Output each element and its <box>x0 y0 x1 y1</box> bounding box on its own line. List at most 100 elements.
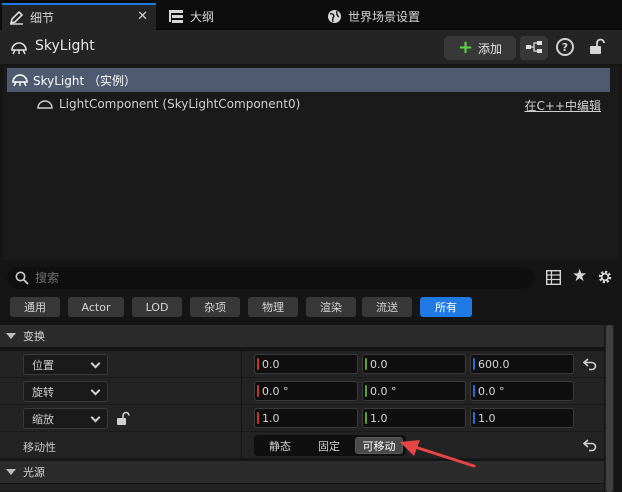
add-component-button[interactable]: + 添加 <box>444 36 516 60</box>
y-axis-marker <box>365 385 367 397</box>
tree-root-label: SkyLight （实例） <box>33 73 137 88</box>
skylight-component-icon <box>37 98 53 110</box>
gear-icon[interactable] <box>596 268 614 286</box>
mobility-option-static[interactable]: 静态 <box>258 437 302 454</box>
property-row-partial <box>0 484 604 492</box>
scale-x-value: 1.0 <box>262 411 280 425</box>
rotation-y-value: 0.0 ° <box>370 384 397 398</box>
filter-all[interactable]: 所有 <box>420 297 472 317</box>
outliner-icon <box>168 9 184 25</box>
search-bar <box>7 267 535 289</box>
column-divider <box>241 378 242 405</box>
tree-component-label: LightComponent (SkyLightComponent0) <box>59 97 301 111</box>
mobility-label: 移动性 <box>23 441 56 454</box>
property-matrix-icon[interactable] <box>545 269 562 286</box>
tree-item-light-component[interactable]: LightComponent (SkyLightComponent0) 在C++… <box>3 93 613 115</box>
mobility-segmented-control: 静态 固定 可移动 <box>254 435 406 456</box>
section-light-label: 光源 <box>23 466 45 479</box>
filter-actor[interactable]: Actor <box>68 297 124 317</box>
chevron-down-icon <box>90 358 101 369</box>
skylight-icon <box>11 73 29 87</box>
plus-icon: + <box>457 37 474 58</box>
filter-general[interactable]: 通用 <box>10 297 60 317</box>
section-transform[interactable]: 变换 <box>0 325 604 347</box>
property-row-rotation: 旋转 0.0 ° 0.0 ° 0.0 ° <box>0 378 604 405</box>
unlock-icon[interactable] <box>116 411 130 426</box>
column-divider <box>241 405 242 432</box>
collapse-triangle-icon <box>6 333 16 339</box>
rotation-y-field[interactable]: 0.0 ° <box>362 381 466 401</box>
details-header: SkyLight + 添加 ? <box>0 30 622 64</box>
skylight-icon <box>10 39 28 55</box>
scale-y-value: 1.0 <box>370 411 388 425</box>
section-transform-label: 变换 <box>23 330 45 343</box>
scale-label: 缩放 <box>32 412 54 426</box>
property-row-location: 位置 0.0 0.0 600.0 <box>0 351 604 378</box>
z-axis-marker <box>473 412 475 424</box>
close-icon[interactable]: ✕ <box>137 9 148 24</box>
location-y-field[interactable]: 0.0 <box>362 354 466 374</box>
x-axis-marker <box>257 358 259 370</box>
filter-physics[interactable]: 物理 <box>248 297 298 317</box>
location-mode-dropdown[interactable]: 位置 <box>23 354 108 375</box>
tab-bar: 细节 ✕ 大纲 世界场景设置 <box>0 0 622 30</box>
rotation-label: 旋转 <box>32 385 54 399</box>
add-button-label: 添加 <box>478 41 503 56</box>
actor-title: SkyLight <box>35 38 95 54</box>
z-axis-marker <box>473 385 475 397</box>
tab-outliner[interactable]: 大纲 <box>164 3 214 30</box>
unlock-icon[interactable] <box>589 38 605 56</box>
tab-world-settings-label: 世界场景设置 <box>348 10 421 24</box>
scale-mode-dropdown[interactable]: 缩放 <box>23 408 108 429</box>
details-scrollbar[interactable] <box>605 325 614 492</box>
rotation-z-field[interactable]: 0.0 ° <box>470 381 574 401</box>
edit-in-cpp-link[interactable]: 在C++中编辑 <box>525 97 602 114</box>
filter-lod[interactable]: LOD <box>132 297 182 317</box>
y-axis-marker <box>365 358 367 370</box>
search-input[interactable] <box>35 271 515 285</box>
search-icon <box>15 271 29 285</box>
tab-world-settings[interactable]: 世界场景设置 <box>326 3 420 30</box>
x-axis-marker <box>257 385 259 397</box>
pencil-icon <box>8 10 24 26</box>
star-icon[interactable]: ★ <box>572 266 587 286</box>
location-x-value: 0.0 <box>262 357 280 371</box>
blueprint-button[interactable] <box>520 36 548 60</box>
location-z-field[interactable]: 600.0 <box>470 354 574 374</box>
scrollbar-thumb[interactable] <box>606 325 613 492</box>
location-label: 位置 <box>32 358 54 372</box>
reset-to-default-icon[interactable] <box>582 438 597 452</box>
rotation-x-field[interactable]: 0.0 ° <box>254 381 358 401</box>
filter-misc[interactable]: 杂项 <box>190 297 240 317</box>
chevron-down-icon <box>90 385 101 396</box>
collapse-triangle-icon <box>6 469 16 475</box>
rotation-z-value: 0.0 ° <box>478 384 505 398</box>
scale-x-field[interactable]: 1.0 <box>254 408 358 428</box>
z-axis-marker <box>473 358 475 370</box>
x-axis-marker <box>257 412 259 424</box>
mobility-option-stationary[interactable]: 固定 <box>306 437 352 454</box>
mobility-option-movable[interactable]: 可移动 <box>355 437 403 454</box>
property-row-scale: 缩放 1.0 1.0 1.0 <box>0 405 604 432</box>
scale-y-field[interactable]: 1.0 <box>362 408 466 428</box>
y-axis-marker <box>365 412 367 424</box>
filter-streaming[interactable]: 流送 <box>362 297 412 317</box>
blueprint-icon <box>526 40 542 56</box>
location-x-field[interactable]: 0.0 <box>254 354 358 374</box>
scale-z-value: 1.0 <box>478 411 496 425</box>
tab-details[interactable]: 细节 ✕ <box>2 3 156 30</box>
column-divider <box>241 351 242 378</box>
help-icon[interactable]: ? <box>556 38 574 56</box>
location-z-value: 600.0 <box>478 357 510 371</box>
tab-outliner-label: 大纲 <box>190 10 215 24</box>
tree-item-root[interactable]: SkyLight （实例） <box>7 68 610 92</box>
tab-details-label: 细节 <box>30 11 55 25</box>
section-light[interactable]: 光源 <box>0 461 604 483</box>
column-divider <box>241 432 242 459</box>
filter-rendering[interactable]: 渲染 <box>306 297 356 317</box>
rotation-mode-dropdown[interactable]: 旋转 <box>23 381 108 402</box>
rotation-x-value: 0.0 ° <box>262 384 289 398</box>
reset-to-default-icon[interactable] <box>582 357 597 371</box>
component-tree: SkyLight （实例） LightComponent (SkyLightCo… <box>3 66 619 260</box>
scale-z-field[interactable]: 1.0 <box>470 408 574 428</box>
